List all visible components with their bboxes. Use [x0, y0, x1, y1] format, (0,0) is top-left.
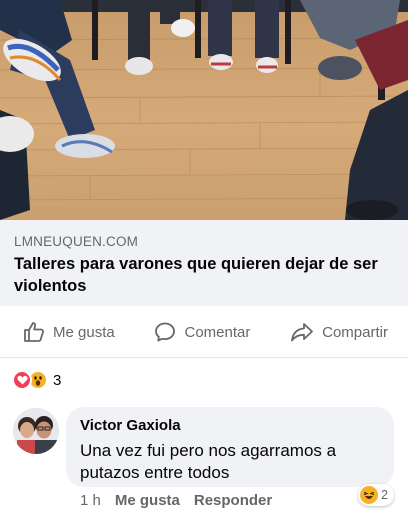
- comment-meta: 1 h Me gusta Responder: [80, 491, 272, 511]
- reaction-count: 3: [53, 371, 62, 389]
- share-label: Compartir: [322, 323, 388, 341]
- link-preview-caption[interactable]: LMNEUQUEN.COM Talleres para varones que …: [0, 220, 408, 306]
- link-title[interactable]: Talleres para varones que quieren dejar …: [14, 253, 394, 297]
- like-label: Me gusta: [53, 323, 115, 341]
- comment-author[interactable]: Victor Gaxiola: [80, 416, 380, 435]
- comment-button[interactable]: Comentar: [153, 320, 250, 344]
- comment-label: Comentar: [184, 323, 251, 341]
- avatar[interactable]: [13, 408, 59, 454]
- reaction-summary[interactable]: 3: [12, 369, 61, 391]
- divider: [0, 357, 408, 358]
- link-preview-image[interactable]: [0, 0, 408, 220]
- comment-like-button[interactable]: Me gusta: [115, 491, 180, 511]
- comment-bubble-icon: [155, 322, 176, 342]
- share-button[interactable]: Compartir: [289, 320, 388, 344]
- love-icon: [12, 370, 32, 390]
- floor-photo-art: [0, 0, 408, 220]
- share-arrow-icon: [291, 323, 314, 342]
- user-avatar-photo: [13, 408, 59, 454]
- haha-icon: [360, 486, 378, 504]
- link-domain: LMNEUQUEN.COM: [14, 234, 139, 249]
- comment-reaction-badge[interactable]: 2: [358, 484, 394, 506]
- comment-time[interactable]: 1 h: [80, 491, 101, 511]
- comment-bubble[interactable]: Victor Gaxiola Una vez fui pero nos agar…: [66, 407, 394, 487]
- comment-reaction-count: 2: [381, 488, 388, 502]
- post-action-bar: Me gusta Comentar Compartir: [0, 310, 408, 354]
- thumbs-up-icon: [24, 322, 44, 342]
- comment-reply-button[interactable]: Responder: [194, 491, 272, 511]
- like-button[interactable]: Me gusta: [22, 320, 115, 344]
- comment-text: Una vez fui pero nos agarramos a putazos…: [80, 441, 337, 482]
